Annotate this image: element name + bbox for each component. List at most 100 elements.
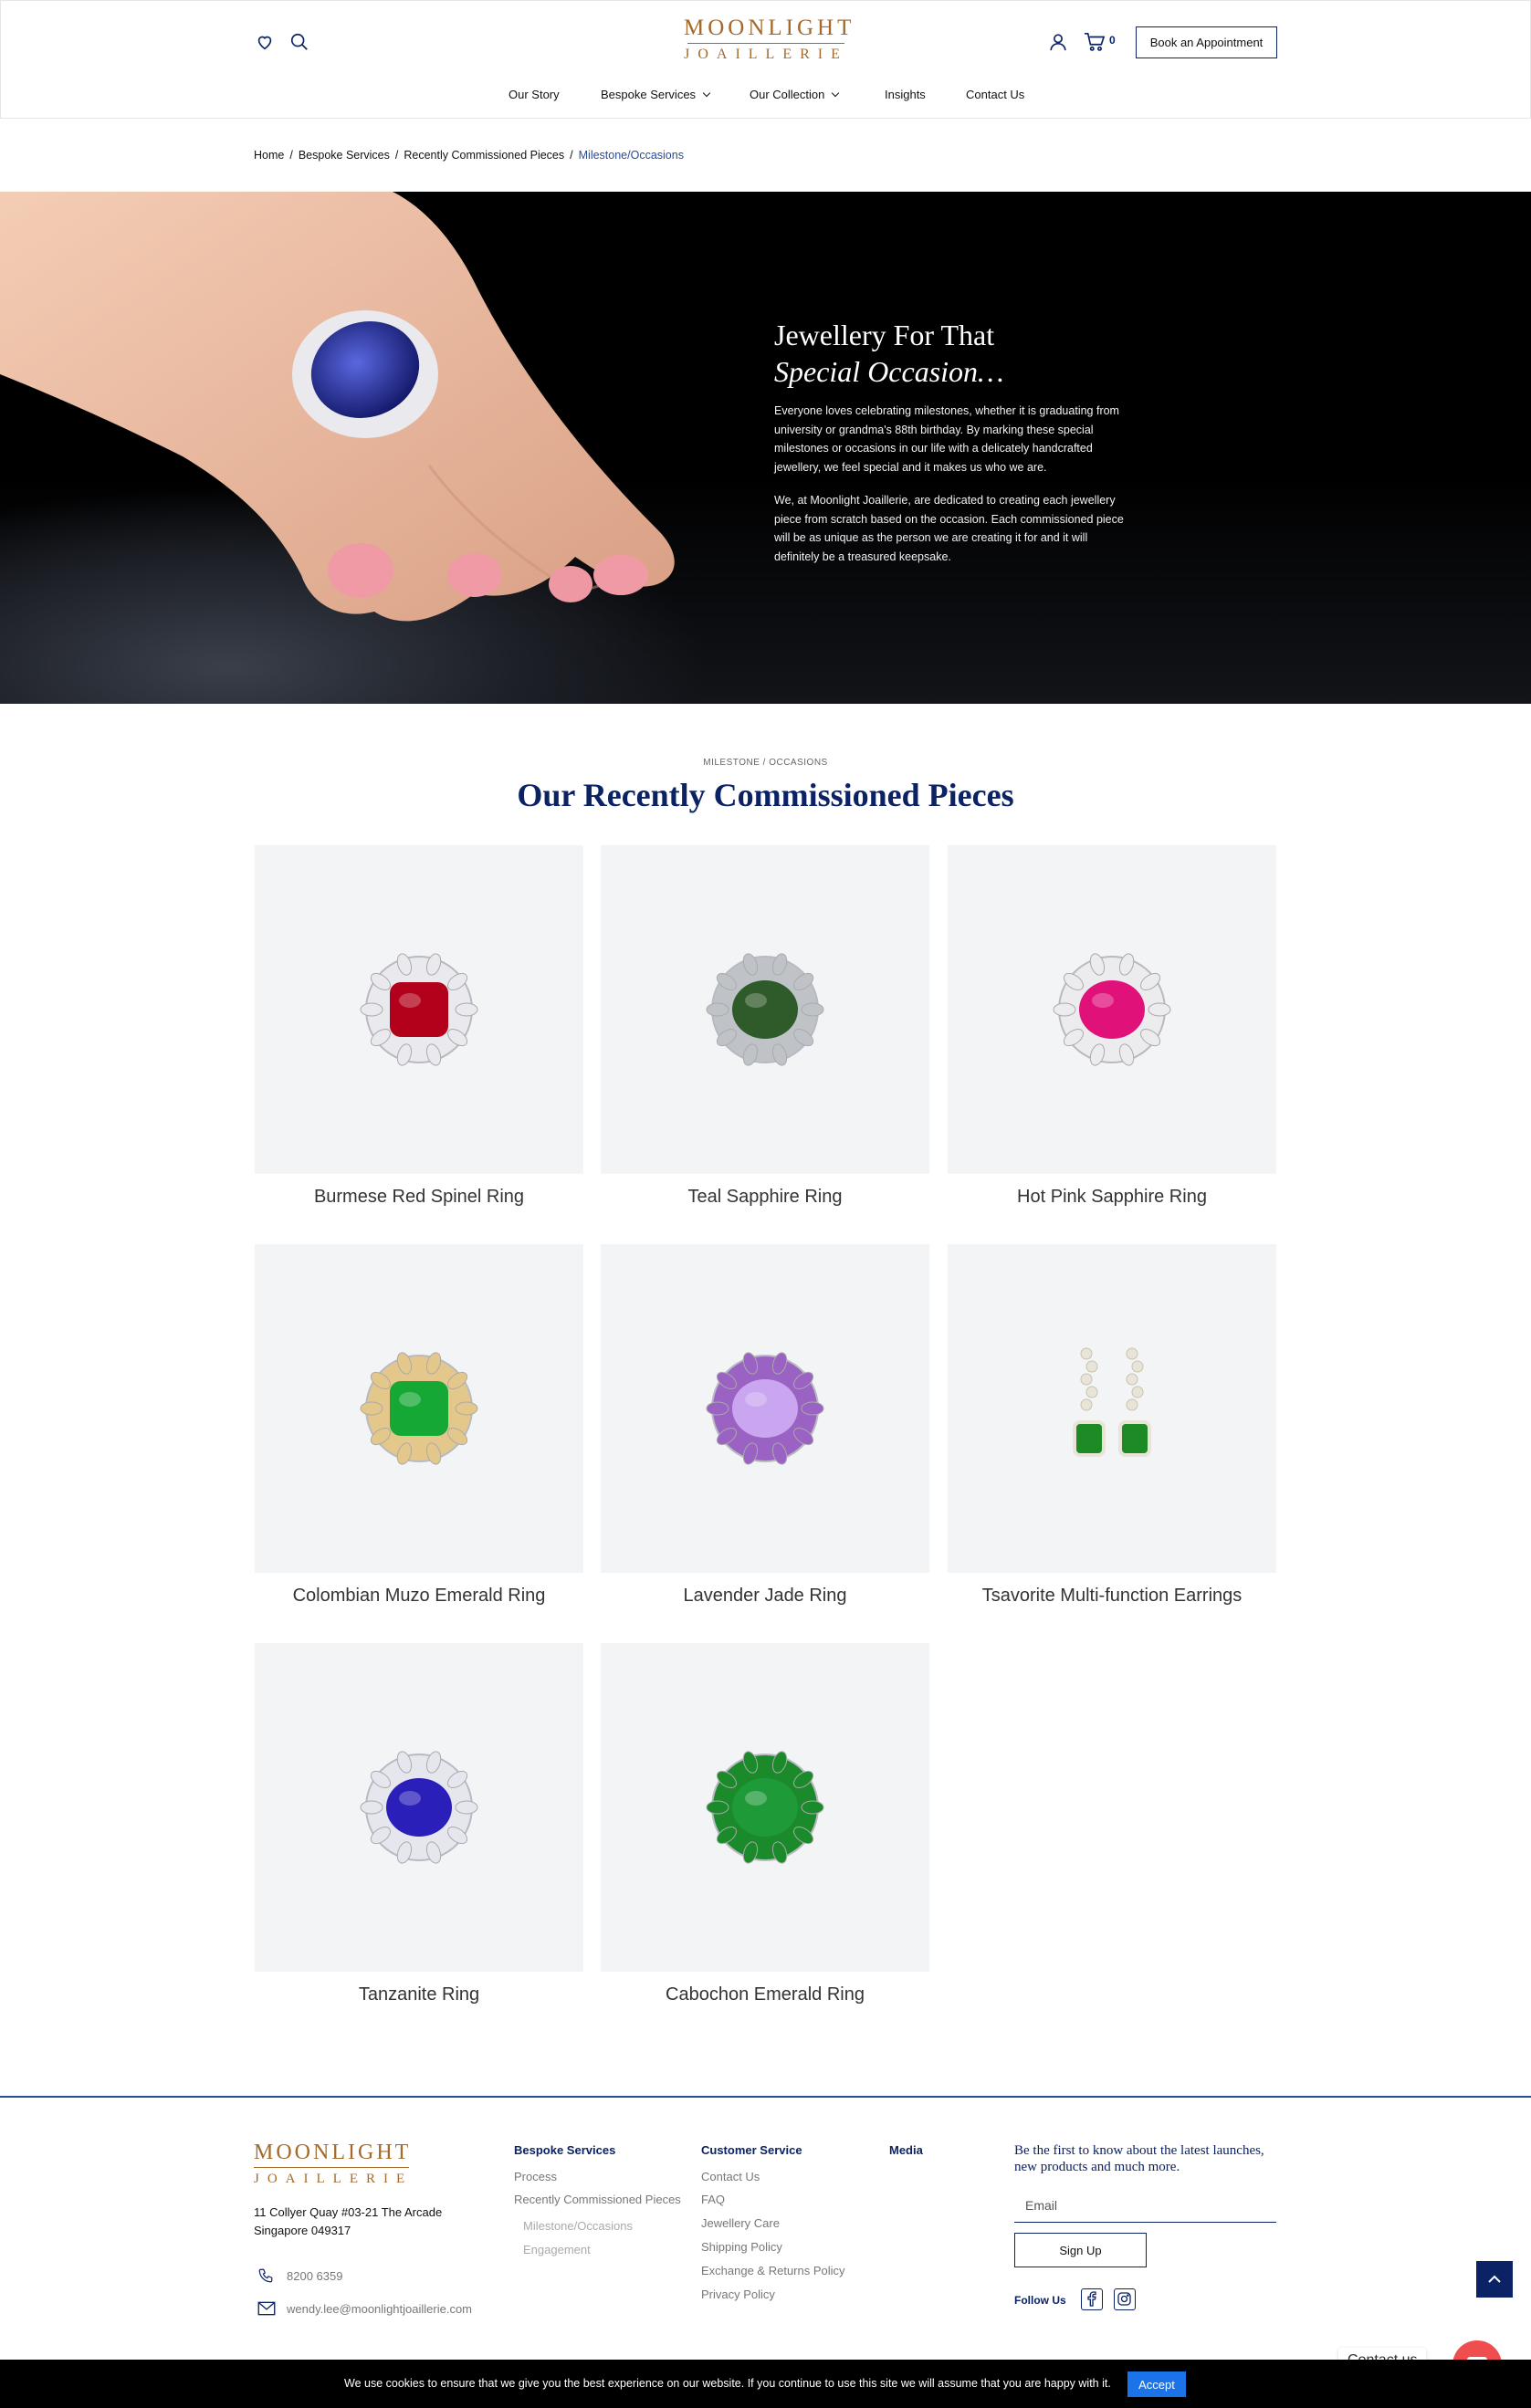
footer-email[interactable]: wendy.lee@moonlightjoaillerie.com [257, 2300, 472, 2319]
breadcrumb-separator: / [394, 149, 399, 162]
product-name[interactable]: Burmese Red Spinel Ring [255, 1187, 583, 1208]
product-name[interactable]: Teal Sapphire Ring [601, 1187, 929, 1208]
product-image[interactable] [255, 1643, 583, 1972]
nav-contact-us[interactable]: Contact Us [966, 88, 1024, 101]
product-image[interactable] [255, 1244, 583, 1573]
jewellery-illustration [1073, 1347, 1151, 1457]
footer-phone[interactable]: 8200 6359 [257, 2267, 342, 2287]
breadcrumb-bespoke[interactable]: Bespoke Services [299, 149, 390, 162]
footer-link-process[interactable]: Process [514, 2170, 557, 2183]
footer-link-jewellery-care[interactable]: Jewellery Care [701, 2216, 780, 2230]
heart-icon[interactable] [255, 32, 275, 52]
product-image[interactable] [255, 845, 583, 1174]
hero-banner: Jewellery For That Special Occasion… Eve… [0, 192, 1531, 704]
product-card[interactable]: Cabochon Emerald Ring [601, 1643, 929, 2005]
footer-heading-bespoke[interactable]: Bespoke Services [514, 2143, 615, 2157]
footer-heading-media[interactable]: Media [889, 2143, 923, 2157]
user-icon[interactable] [1048, 32, 1068, 52]
hero-hand-with-ring-image [0, 192, 675, 622]
section-eyebrow: MILESTONE / OCCASIONS [703, 758, 828, 768]
footer-link-faq[interactable]: FAQ [701, 2193, 725, 2206]
product-name[interactable]: Cabochon Emerald Ring [601, 1984, 929, 2005]
jewellery-illustration [1053, 953, 1171, 1066]
product-image[interactable] [601, 1643, 929, 1972]
product-card[interactable]: Hot Pink Sapphire Ring [948, 845, 1276, 1208]
breadcrumb-recent[interactable]: Recently Commissioned Pieces [404, 149, 564, 162]
facebook-icon[interactable] [1081, 2288, 1103, 2310]
footer-link-contact[interactable]: Contact Us [701, 2170, 760, 2183]
footer-divider [0, 2096, 1531, 2098]
hero-paragraph-1: Everyone loves celebrating milestones, w… [774, 404, 1119, 474]
breadcrumb-current: Milestone/Occasions [578, 149, 684, 162]
hero-title-line2: Special Occasion… [774, 355, 1004, 388]
product-name[interactable]: Tanzanite Ring [255, 1984, 583, 2005]
chevron-down-icon [832, 89, 840, 98]
nav-collection-label: Our Collection [750, 88, 825, 101]
product-image[interactable] [948, 1244, 1276, 1573]
nav-bespoke-services[interactable]: Bespoke Services [601, 88, 711, 101]
jewellery-illustration [360, 1751, 478, 1864]
product-name[interactable]: Tsavorite Multi-function Earrings [948, 1586, 1276, 1607]
nav-our-story[interactable]: Our Story [509, 88, 560, 101]
nav-bespoke-label: Bespoke Services [601, 88, 697, 101]
breadcrumb-home[interactable]: Home [254, 149, 284, 162]
phone-number: 8200 6359 [287, 2269, 343, 2283]
footer-logo-divider [254, 2167, 409, 2168]
chevron-down-icon [702, 89, 711, 98]
breadcrumb: Home / Bespoke Services / Recently Commissio… [254, 149, 684, 162]
footer-logo-wordmark: MOONLIGHT [254, 2141, 412, 2164]
product-card[interactable]: Teal Sapphire Ring [601, 845, 929, 1208]
product-card[interactable]: Colombian Muzo Emerald Ring [255, 1244, 583, 1607]
logo-wordmark: MOONLIGHT [684, 16, 855, 40]
jewellery-illustration [706, 1751, 824, 1864]
email-address: wendy.lee@moonlightjoaillerie.com [287, 2302, 472, 2316]
search-icon[interactable] [289, 32, 309, 52]
book-appointment-button[interactable]: Book an Appointment [1136, 26, 1277, 58]
footer-logo[interactable]: MOONLIGHT JOAILLERIE [254, 2141, 411, 2187]
product-image[interactable] [601, 1244, 929, 1573]
product-name[interactable]: Lavender Jade Ring [601, 1586, 929, 1607]
address-line-1: 11 Collyer Quay #03-21 The Arcade [254, 2205, 443, 2219]
jewellery-illustration [706, 1352, 824, 1465]
footer-address: 11 Collyer Quay #03-21 The Arcade Singap… [254, 2204, 482, 2240]
cart-icon[interactable] [1084, 32, 1106, 52]
logo-divider [687, 43, 844, 44]
phone-icon [258, 2268, 273, 2283]
footer-link-shipping[interactable]: Shipping Policy [701, 2240, 782, 2254]
product-name[interactable]: Hot Pink Sapphire Ring [948, 1187, 1276, 1208]
product-card[interactable]: Lavender Jade Ring [601, 1244, 929, 1607]
footer-link-recent-pieces[interactable]: Recently Commissioned Pieces [514, 2193, 681, 2206]
jewellery-illustration [360, 953, 478, 1066]
newsletter-email-input[interactable] [1014, 2188, 1276, 2223]
instagram-icon[interactable] [1114, 2288, 1136, 2310]
footer-heading-customer-service[interactable]: Customer Service [701, 2143, 802, 2157]
hero-title-line1: Jewellery For That [774, 319, 995, 351]
nav-insights[interactable]: Insights [885, 88, 926, 101]
nav-our-collection[interactable]: Our Collection [750, 88, 840, 101]
product-card[interactable]: Tanzanite Ring [255, 1643, 583, 2005]
mail-icon [257, 2301, 276, 2316]
footer-link-engagement[interactable]: Engagement [523, 2243, 591, 2256]
jewellery-illustration [360, 1352, 478, 1465]
cookie-banner: We use cookies to ensure that we give yo… [0, 2360, 1531, 2408]
back-to-top-button[interactable] [1476, 2261, 1513, 2298]
product-image[interactable] [601, 845, 929, 1174]
product-image[interactable] [948, 845, 1276, 1174]
footer-link-privacy[interactable]: Privacy Policy [701, 2288, 775, 2301]
site-logo[interactable]: MOONLIGHT JOAILLERIE [684, 16, 855, 64]
cookie-message: We use cookies to ensure that we give yo… [344, 2377, 1111, 2390]
hero-title: Jewellery For That Special Occasion… [774, 317, 1158, 390]
product-card[interactable]: Burmese Red Spinel Ring [255, 845, 583, 1208]
cart-count-badge: 0 [1109, 34, 1116, 47]
site-header: MOONLIGHT JOAILLERIE 0 Book an Appointme… [0, 0, 1531, 119]
product-card[interactable]: Tsavorite Multi-function Earrings [948, 1244, 1276, 1607]
footer-link-milestone[interactable]: Milestone/Occasions [523, 2219, 633, 2233]
signup-button[interactable]: Sign Up [1014, 2233, 1147, 2267]
chevron-up-icon [1488, 2275, 1501, 2283]
product-name[interactable]: Colombian Muzo Emerald Ring [255, 1586, 583, 1607]
cookie-accept-button[interactable]: Accept [1127, 2371, 1186, 2397]
address-line-2: Singapore 049317 [254, 2224, 351, 2237]
footer-link-exchange-returns[interactable]: Exchange & Returns Policy [701, 2264, 845, 2277]
jewellery-illustration [706, 953, 824, 1066]
main-nav: Our Story Bespoke Services Our Collectio… [1, 88, 1531, 106]
